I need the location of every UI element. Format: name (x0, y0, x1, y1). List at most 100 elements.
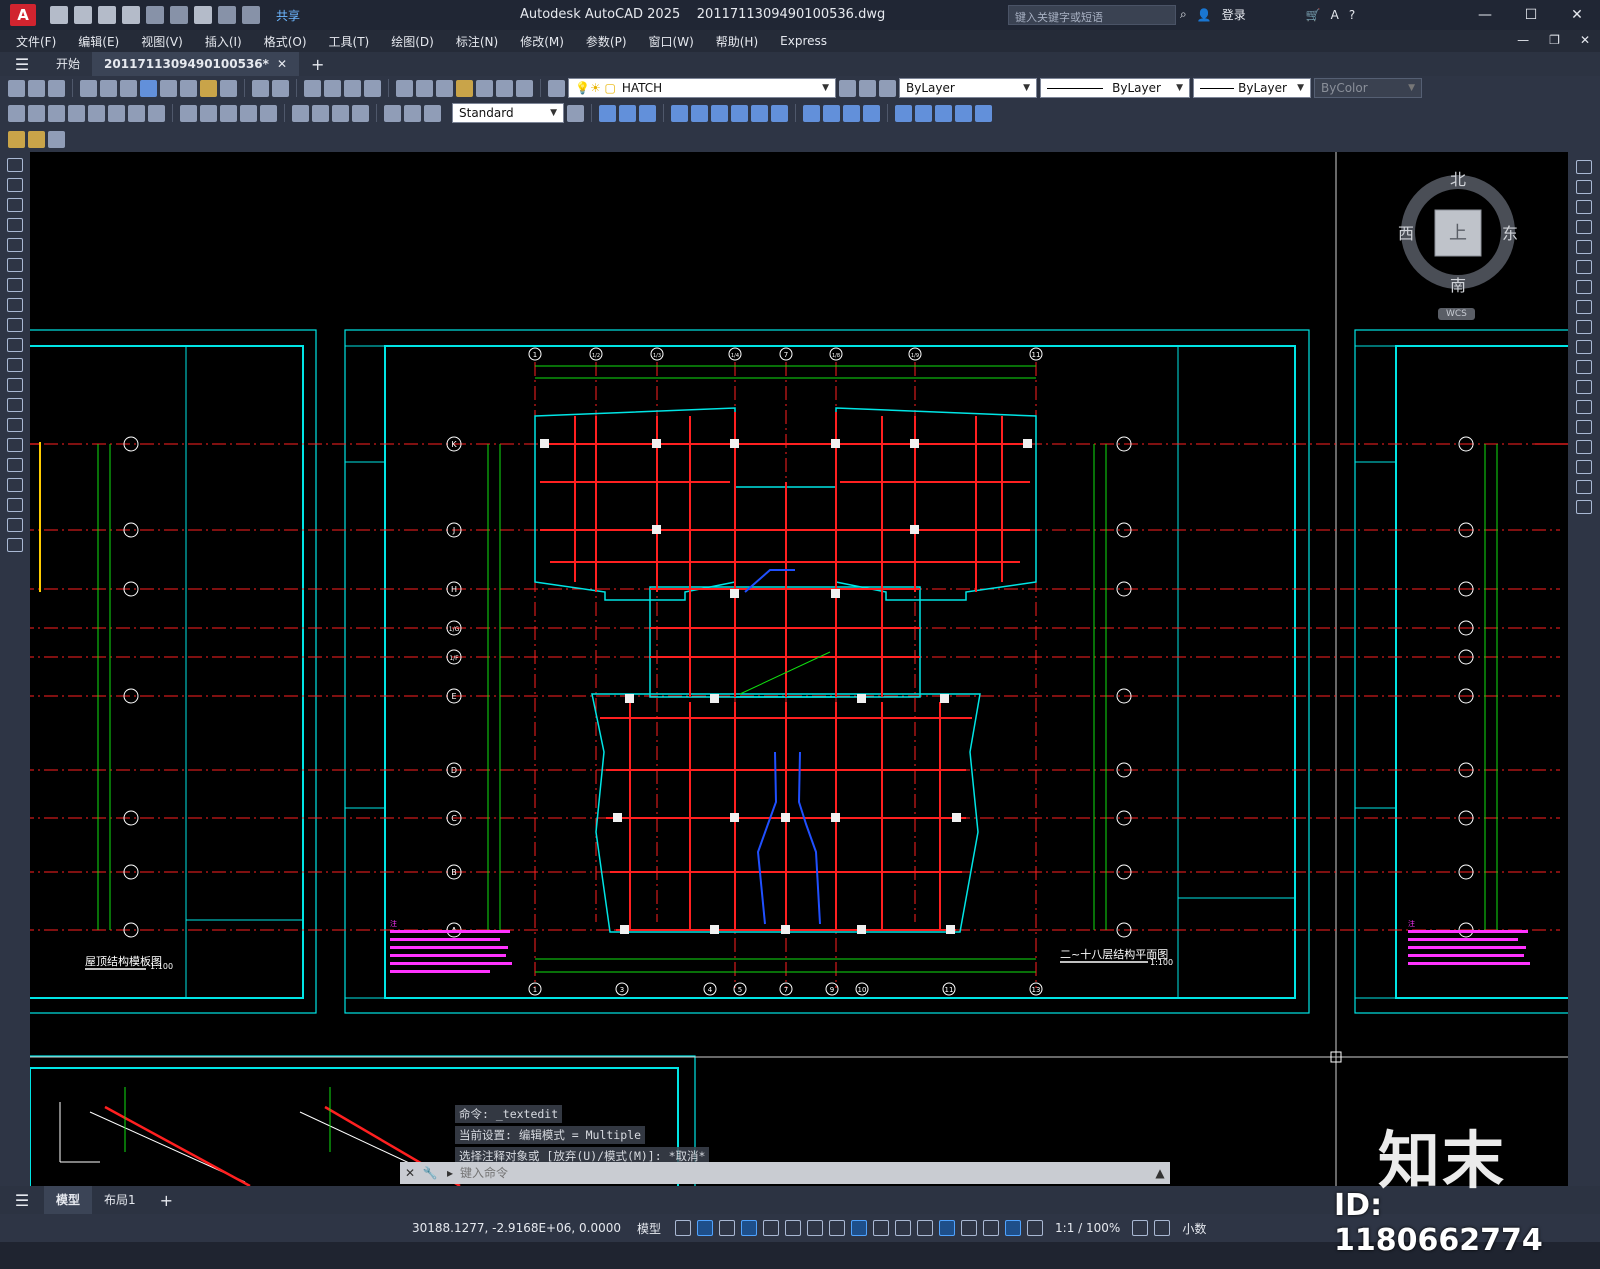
offset-icon[interactable] (1576, 220, 1592, 234)
save-icon[interactable] (98, 6, 116, 24)
menu-parametric[interactable]: 参数(P) (586, 33, 627, 50)
menu-tools[interactable]: 工具(T) (329, 33, 370, 50)
ucs-object-icon[interactable] (975, 104, 992, 122)
ellipse-icon[interactable] (7, 338, 23, 352)
layer-properties-icon[interactable] (548, 79, 565, 97)
auto-scale-icon[interactable] (1027, 1220, 1044, 1236)
break-at-point-icon[interactable] (1576, 380, 1592, 394)
walk-icon[interactable] (639, 104, 656, 122)
doc-minimize-icon[interactable]: — (1517, 33, 1529, 47)
new-icon[interactable] (8, 79, 25, 97)
cut-icon[interactable] (140, 79, 157, 97)
linetype-dropdown[interactable]: ByLayer ▼ (1040, 78, 1190, 98)
stretch-icon[interactable] (1576, 320, 1592, 334)
autocad-logo-icon[interactable]: A (10, 4, 36, 26)
viewcube[interactable]: 北 南 东 西 上 WCS (1390, 160, 1530, 330)
snap-icon[interactable] (697, 1220, 714, 1236)
lineweight-icon[interactable] (873, 1220, 890, 1236)
quick-dim-icon[interactable] (180, 104, 197, 122)
layout-menu-icon[interactable]: ☰ (0, 1191, 44, 1210)
explode-icon[interactable] (1576, 500, 1592, 514)
jogged-linear-icon[interactable] (352, 104, 369, 122)
block-editor-icon[interactable] (220, 79, 237, 97)
help-icon[interactable] (516, 79, 533, 97)
region-icon[interactable] (48, 130, 65, 148)
linear-dim-icon[interactable] (8, 104, 25, 122)
search-input[interactable]: 键入关键字或短语 (1008, 5, 1176, 25)
new-file-icon[interactable] (50, 6, 68, 24)
orbit-icon[interactable] (619, 104, 636, 122)
layer-states-icon[interactable] (879, 79, 896, 97)
menu-help[interactable]: 帮助(H) (716, 33, 758, 50)
make-current-layer-icon[interactable] (839, 79, 856, 97)
add-selected-icon[interactable] (7, 538, 23, 552)
ordinate-dim-icon[interactable] (68, 104, 85, 122)
add-layout-button[interactable]: + (148, 1191, 185, 1210)
join-icon[interactable] (1576, 420, 1592, 434)
spline-icon[interactable] (7, 318, 23, 332)
sheet-set-icon[interactable] (456, 79, 473, 97)
transparency-icon[interactable] (895, 1220, 912, 1236)
save-icon[interactable] (48, 79, 65, 97)
dynamic-input-icon[interactable] (741, 1220, 758, 1236)
bottom-view-icon[interactable] (691, 104, 708, 122)
mirror-icon[interactable] (1576, 200, 1592, 214)
design-center-icon[interactable] (416, 79, 433, 97)
ucs-menu[interactable]: WCS (1438, 308, 1475, 320)
menu-draw[interactable]: 绘图(D) (391, 33, 434, 50)
minimize-icon[interactable]: — (1462, 0, 1508, 30)
match-properties-icon[interactable] (200, 79, 217, 97)
hatch-icon[interactable] (7, 438, 23, 452)
menu-edit[interactable]: 编辑(E) (78, 33, 119, 50)
undo-icon[interactable] (218, 6, 236, 24)
arc-length-icon[interactable] (48, 104, 65, 122)
view-3d-icon[interactable] (599, 104, 616, 122)
move-icon[interactable] (1576, 260, 1592, 274)
insert-block-icon[interactable] (7, 378, 23, 392)
ne-iso-icon[interactable] (843, 104, 860, 122)
gradient-icon[interactable] (7, 458, 23, 472)
customize-icon[interactable]: 🔧 (420, 1166, 440, 1180)
model-space-button[interactable]: 模型 (637, 1220, 661, 1237)
dim-update-icon[interactable] (424, 104, 441, 122)
se-iso-icon[interactable] (823, 104, 840, 122)
annotation-monitor-icon[interactable] (1154, 1220, 1171, 1236)
polygon-icon[interactable] (7, 218, 23, 232)
menu-format[interactable]: 格式(O) (264, 33, 307, 50)
markup-icon[interactable] (476, 79, 493, 97)
properties-icon[interactable] (396, 79, 413, 97)
angular-dim-icon[interactable] (148, 104, 165, 122)
plot-icon[interactable] (80, 79, 97, 97)
login-button[interactable]: 登录 (1222, 6, 1246, 23)
inspection-icon[interactable] (332, 104, 349, 122)
make-block-icon[interactable] (7, 398, 23, 412)
tab-start[interactable]: 开始 (44, 52, 92, 76)
blend-curves-icon[interactable] (1576, 480, 1592, 494)
hamburger-menu-icon[interactable]: ☰ (0, 55, 44, 74)
dim-space-icon[interactable] (240, 104, 257, 122)
radius-dim-icon[interactable] (88, 104, 105, 122)
expand-history-icon[interactable]: ▲ (1150, 1166, 1170, 1180)
ucs-icon[interactable] (895, 104, 912, 122)
infer-constraints-icon[interactable] (719, 1220, 736, 1236)
region-icon[interactable] (7, 478, 23, 492)
polar-tracking-icon[interactable] (785, 1220, 802, 1236)
doc-close-icon[interactable]: ✕ (1580, 33, 1590, 47)
share-button[interactable]: 共享 (276, 7, 300, 24)
tab-drawing[interactable]: 2011711309490100536* ✕ (92, 52, 299, 76)
layer-dropdown[interactable]: 💡☀ ▢ HATCH ▼ (568, 78, 836, 98)
mtext-icon[interactable] (7, 518, 23, 532)
compass-west[interactable]: 西 (1398, 220, 1414, 244)
annotation-visibility-icon[interactable] (1005, 1220, 1022, 1236)
sw-iso-icon[interactable] (803, 104, 820, 122)
save-as-icon[interactable] (122, 6, 140, 24)
isometric-icon[interactable] (807, 1220, 824, 1236)
maximize-icon[interactable]: ☐ (1508, 0, 1554, 30)
table-icon[interactable] (7, 498, 23, 512)
erase-icon[interactable] (1576, 160, 1592, 174)
lineweight-dropdown[interactable]: ByLayer ▼ (1193, 78, 1311, 98)
chamfer-icon[interactable] (1576, 440, 1592, 454)
object-snap-icon[interactable] (851, 1220, 868, 1236)
left-view-icon[interactable] (711, 104, 728, 122)
front-view-icon[interactable] (751, 104, 768, 122)
